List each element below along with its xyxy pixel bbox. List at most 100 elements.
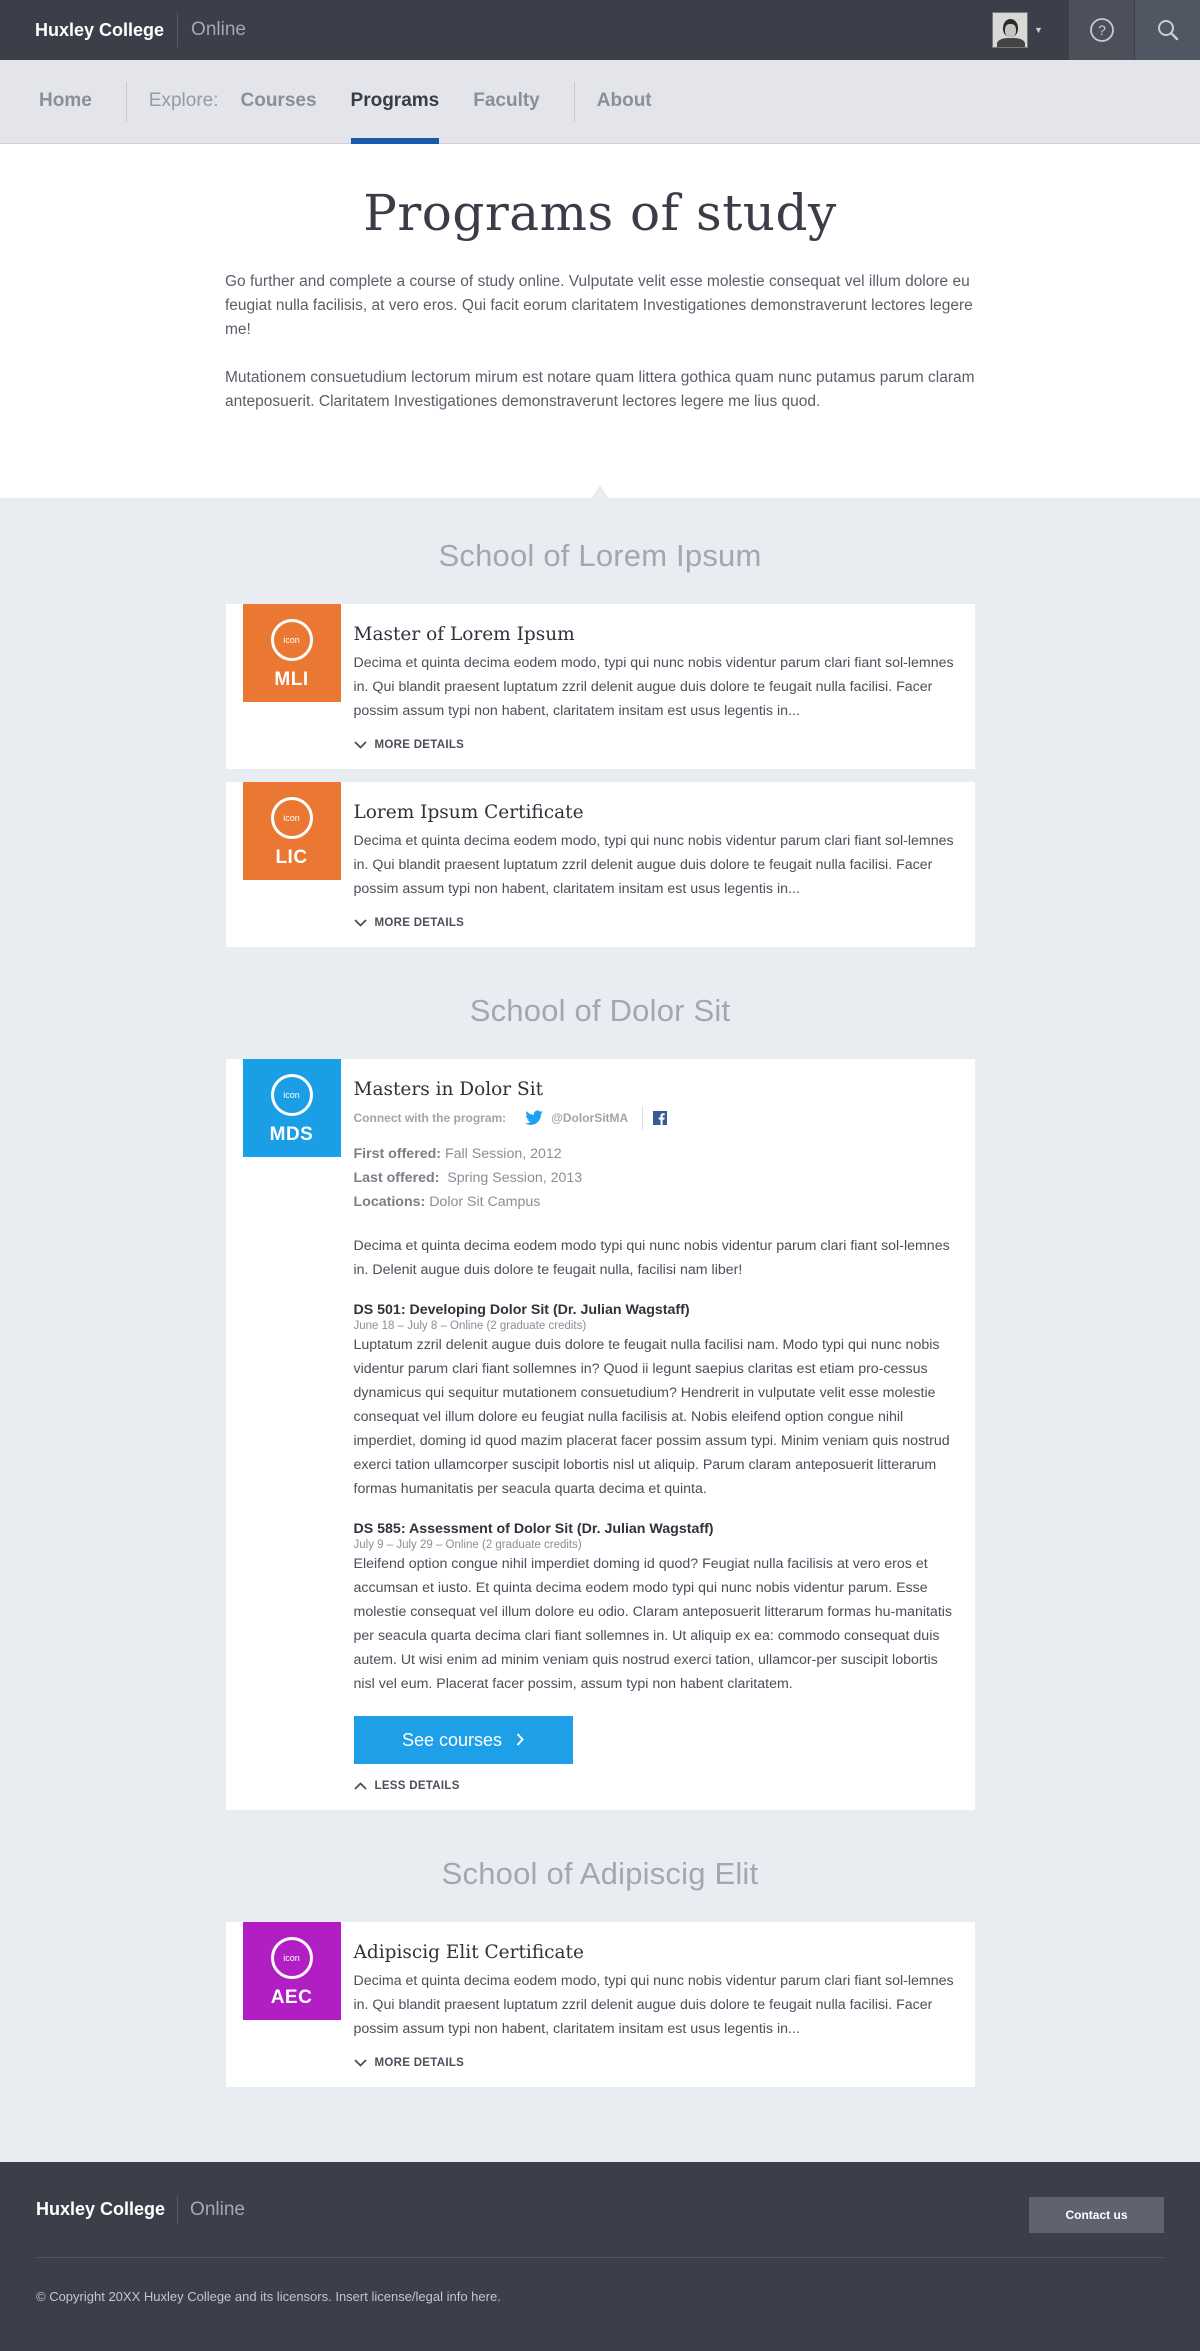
intro-paragraph: Go further and complete a course of stud…	[225, 273, 973, 338]
nav-divider	[125, 82, 127, 122]
see-courses-button[interactable]: See courses	[353, 1716, 573, 1764]
course-dates: July 9 – July 29 – Online (2 graduate cr…	[353, 1539, 582, 1551]
intro-section: Programs of study Go further and complet…	[0, 144, 1200, 499]
program-abbr: MLI	[274, 669, 309, 690]
school-heading: School of Lorem Ipsum	[438, 538, 762, 573]
course-title: DS 585: Assessment of Dolor Sit (Dr. Jul…	[353, 1521, 714, 1537]
chevron-down-icon	[353, 741, 367, 749]
avatar[interactable]	[992, 12, 1028, 48]
page-title: Programs of study	[363, 184, 837, 242]
program-title[interactable]: Masters in Dolor Sit	[354, 1079, 955, 1100]
nav-explore-label: Explore:	[148, 90, 219, 111]
svg-text:?: ?	[1098, 22, 1106, 38]
footer: Huxley College Online Contact us © Copyr…	[0, 2162, 1200, 2351]
program-description: Decima et quinta decima eodem modo, typi…	[353, 1973, 954, 2037]
chevron-down-icon	[353, 2059, 367, 2067]
intro-paragraph: Mutationem consuetudium lectorum mirum e…	[225, 369, 975, 410]
nav-courses[interactable]: Courses	[241, 59, 317, 143]
main-nav: Home Explore: Courses Programs Faculty A…	[0, 60, 1200, 144]
copyright-text: © Copyright 20XX Huxley College and its …	[36, 2289, 501, 2304]
twitter-handle[interactable]: @DolorSitMA	[551, 1111, 628, 1125]
nav-about[interactable]: About	[597, 59, 652, 143]
program-description: Decima et quinta decima eodem modo, typi…	[353, 833, 954, 897]
more-details-toggle[interactable]: MORE DETAILS	[353, 739, 955, 751]
last-offered-value: Spring Session, 2013	[447, 1170, 583, 1186]
contact-us-button[interactable]: Contact us	[1029, 2197, 1164, 2233]
footer-brand-row: Huxley College Online	[36, 2162, 1164, 2258]
program-title[interactable]: Lorem Ipsum Certificate	[354, 802, 955, 823]
program-badge: icon LIC	[242, 782, 341, 880]
social-divider	[642, 1106, 644, 1130]
brand[interactable]: Huxley College Online	[0, 0, 246, 60]
user-menu[interactable]: ▼	[992, 0, 1064, 60]
program-badge: icon MDS	[242, 1059, 341, 1157]
programs-list: School of Lorem Ipsum icon MLI Master of…	[0, 498, 1200, 2162]
help-button[interactable]: ?	[1069, 0, 1134, 60]
first-offered-value: Fall Session, 2012	[444, 1146, 562, 1162]
chevron-down-icon	[353, 919, 367, 927]
school-heading: School of Adipiscig Elit	[441, 1856, 759, 1891]
program-icon: icon	[270, 619, 313, 661]
program-icon: icon	[270, 1937, 313, 1979]
connect-label: Connect with the program:	[353, 1111, 507, 1125]
twitter-icon	[525, 1110, 544, 1125]
more-details-toggle[interactable]: MORE DETAILS	[353, 917, 955, 929]
brand-name[interactable]: Huxley College	[35, 20, 164, 41]
footer-brand-name[interactable]: Huxley College	[36, 2199, 165, 2220]
brand-divider	[177, 2195, 179, 2224]
see-courses-label: See courses	[401, 1729, 503, 1750]
program-card-expanded: icon MDS Masters in Dolor Sit Connect wi…	[225, 1059, 975, 1810]
course-dates: June 18 – July 8 – Online (2 graduate cr…	[353, 1320, 587, 1332]
locations-label: Locations:	[353, 1194, 426, 1210]
twitter-link[interactable]: @DolorSitMA	[524, 1110, 628, 1126]
program-title[interactable]: Adipiscig Elit Certificate	[354, 1942, 955, 1963]
program-card: icon AEC Adipiscig Elit Certificate Deci…	[225, 1922, 975, 2087]
course-description: Eleifend option congue nihil imperdiet d…	[353, 1556, 953, 1692]
program-description: Decima et quinta decima eodem modo typi …	[353, 1238, 950, 1278]
top-bar: Huxley College Online ▼ ?	[0, 0, 1200, 60]
course-description: Luptatum zzril delenit augue duis dolore…	[353, 1337, 950, 1497]
program-card: icon LIC Lorem Ipsum Certificate Decima …	[225, 782, 975, 947]
school-heading: School of Dolor Sit	[469, 993, 731, 1028]
footer-brand-subtitle: Online	[190, 2198, 245, 2220]
program-abbr: AEC	[270, 1987, 313, 2008]
program-abbr: LIC	[275, 847, 308, 868]
program-icon: icon	[270, 797, 313, 839]
program-abbr: MDS	[269, 1124, 314, 1145]
help-icon: ?	[1089, 18, 1114, 42]
more-details-label[interactable]: MORE DETAILS	[375, 2057, 465, 2069]
nav-home[interactable]: Home	[39, 59, 92, 143]
course-title: DS 501: Developing Dolor Sit (Dr. Julian…	[353, 1302, 690, 1318]
facebook-icon[interactable]	[653, 1111, 668, 1125]
chevron-down-icon[interactable]: ▼	[1034, 25, 1043, 35]
top-right-controls: ▼ ?	[992, 0, 1200, 60]
program-meta: First offered: Fall Session, 2012 Last o…	[354, 1142, 955, 1214]
more-details-label[interactable]: MORE DETAILS	[375, 739, 465, 751]
brand-subtitle: Online	[191, 19, 246, 40]
first-offered-label: First offered:	[353, 1146, 442, 1162]
less-details-toggle[interactable]: LESS DETAILS	[353, 1780, 955, 1792]
nav-divider	[573, 82, 575, 122]
program-title[interactable]: Master of Lorem Ipsum	[354, 624, 955, 645]
search-button[interactable]	[1135, 0, 1200, 60]
program-description: Decima et quinta decima eodem modo, typi…	[353, 655, 954, 719]
program-badge: icon MLI	[242, 604, 341, 702]
less-details-label[interactable]: LESS DETAILS	[375, 1780, 460, 1792]
more-details-toggle[interactable]: MORE DETAILS	[353, 2057, 955, 2069]
chevron-up-icon	[353, 1782, 367, 1790]
search-icon	[1157, 20, 1178, 41]
last-offered-label: Last offered:	[353, 1170, 440, 1186]
nav-programs[interactable]: Programs	[350, 59, 439, 144]
locations-value: Dolor Sit Campus	[429, 1194, 541, 1210]
section-pointer	[591, 485, 609, 499]
brand-divider	[177, 13, 179, 47]
nav-faculty[interactable]: Faculty	[473, 59, 540, 143]
social-connect: Connect with the program: @DolorSitMA	[354, 1106, 955, 1130]
avatar-face	[1005, 24, 1016, 37]
chevron-right-icon	[516, 1730, 524, 1751]
program-icon: icon	[270, 1074, 313, 1116]
avatar-body	[997, 38, 1025, 47]
more-details-label[interactable]: MORE DETAILS	[375, 917, 465, 929]
program-badge: icon AEC	[242, 1922, 341, 2020]
program-card: icon MLI Master of Lorem Ipsum Decima et…	[225, 604, 975, 769]
